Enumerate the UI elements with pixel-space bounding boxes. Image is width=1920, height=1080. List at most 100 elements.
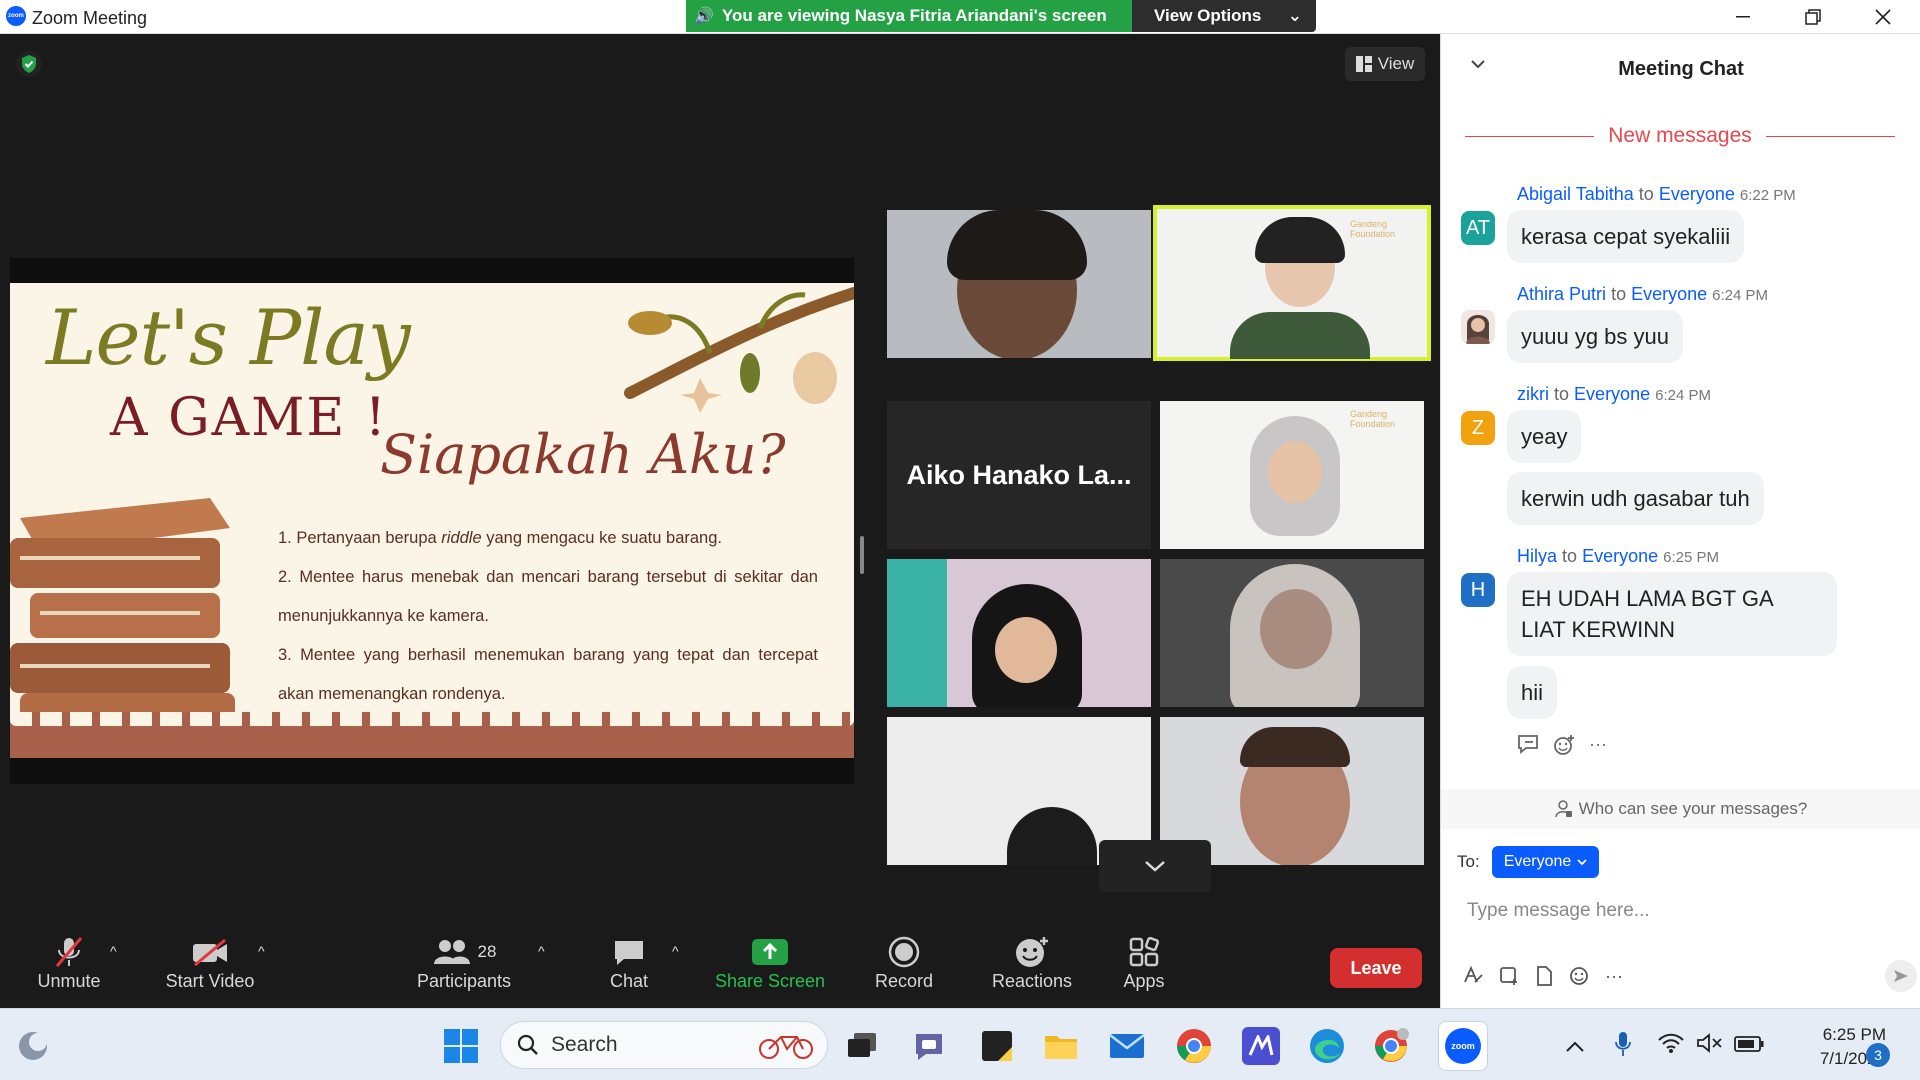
message-time: 6:24 PM bbox=[1655, 387, 1711, 404]
bicycle-icon bbox=[759, 1036, 813, 1059]
unmute-button[interactable]: Unmute bbox=[34, 933, 104, 992]
message-header: Abigail Tabitha to Everyone 6:22 PM bbox=[1517, 184, 1796, 204]
minimize-button[interactable] bbox=[1720, 4, 1766, 30]
sticky-notes-icon[interactable] bbox=[978, 1027, 1016, 1065]
audio-options-caret-icon[interactable]: ^ bbox=[110, 943, 117, 959]
to-label: To: bbox=[1457, 852, 1480, 871]
notification-badge[interactable]: 3 bbox=[1866, 1043, 1890, 1067]
zoom-taskbar-button[interactable]: zoom bbox=[1438, 1021, 1488, 1071]
close-button[interactable] bbox=[1860, 4, 1906, 30]
books-illustration bbox=[10, 498, 235, 738]
sender-name[interactable]: Athira Putri bbox=[1517, 284, 1606, 304]
chat-label: Chat bbox=[609, 971, 649, 991]
participant-name: Aiko Hanako La... bbox=[906, 459, 1132, 490]
participants-label: Participants bbox=[416, 971, 512, 991]
title-bar: zoom Zoom Meeting 🔊 You are viewing Nasy… bbox=[0, 0, 1920, 34]
rule-1: 1. Pertanyaan berupa riddle yang mengacu… bbox=[278, 529, 722, 547]
sender-name[interactable]: Hilya bbox=[1517, 546, 1557, 566]
zoom-logo-icon: zoom bbox=[6, 6, 26, 26]
file-icon[interactable] bbox=[1535, 966, 1553, 991]
branch-illustration bbox=[624, 287, 854, 413]
video-tile[interactable]: Gandeng Foundation bbox=[1160, 401, 1424, 549]
recipient-select[interactable]: Everyone bbox=[1491, 846, 1600, 878]
avatar[interactable]: H bbox=[1461, 573, 1495, 607]
chevron-up-icon[interactable] bbox=[1566, 1035, 1584, 1058]
share-screen-button[interactable]: Share Screen bbox=[712, 933, 828, 992]
edge-icon[interactable] bbox=[1308, 1027, 1346, 1065]
message-header: Athira Putri to Everyone 6:24 PM bbox=[1517, 284, 1769, 304]
avatar[interactable] bbox=[1461, 310, 1495, 344]
reply-thread-icon[interactable] bbox=[1517, 734, 1539, 761]
message-bubble[interactable]: yeay bbox=[1507, 410, 1582, 463]
more-tiles-button[interactable] bbox=[1099, 840, 1211, 892]
avatar[interactable]: AT bbox=[1461, 211, 1495, 245]
app-icon[interactable] bbox=[1242, 1027, 1280, 1065]
video-tile-name-only[interactable]: Aiko Hanako La... bbox=[887, 401, 1151, 549]
restore-button[interactable] bbox=[1790, 4, 1836, 30]
wifi-icon[interactable] bbox=[1658, 1033, 1684, 1059]
message-input[interactable] bbox=[1467, 896, 1887, 926]
record-button[interactable]: Record bbox=[870, 933, 938, 992]
more-options-icon[interactable]: ··· bbox=[1605, 966, 1623, 991]
message-bubble[interactable]: EH UDAH LAMA BGT GA LIAT KERWINN bbox=[1507, 572, 1837, 656]
mail-icon[interactable] bbox=[1108, 1027, 1146, 1065]
more-options-icon[interactable]: ··· bbox=[1589, 734, 1607, 761]
participants-button[interactable]: 28 Participants bbox=[414, 933, 514, 992]
start-video-button[interactable]: Start Video bbox=[160, 933, 260, 992]
battery-icon[interactable] bbox=[1734, 1035, 1764, 1058]
video-tile[interactable] bbox=[1160, 559, 1424, 707]
who-can-see-bar[interactable]: Who can see your messages? bbox=[1441, 789, 1920, 829]
weather-icon[interactable] bbox=[14, 1027, 52, 1065]
start-video-label: Start Video bbox=[165, 971, 255, 991]
reactions-button[interactable]: Reactions bbox=[982, 933, 1082, 992]
speaker-muted-icon[interactable] bbox=[1696, 1033, 1724, 1059]
screenshot-icon[interactable] bbox=[1499, 966, 1519, 991]
chat-options-caret-icon[interactable]: ^ bbox=[672, 943, 679, 959]
recipient-value: Everyone bbox=[1503, 853, 1572, 870]
viewing-banner-text: You are viewing Nasya Fitria Ariandani's… bbox=[721, 6, 1107, 25]
slide-floor-decoration bbox=[10, 712, 854, 758]
panel-splitter[interactable] bbox=[860, 536, 864, 574]
message-header: Hilya to Everyone 6:25 PM bbox=[1517, 546, 1719, 566]
microphone-icon[interactable] bbox=[1614, 1031, 1632, 1063]
participants-options-caret-icon[interactable]: ^ bbox=[538, 943, 545, 959]
message-time: 6:22 PM bbox=[1739, 187, 1796, 204]
avatar[interactable]: Z bbox=[1461, 411, 1495, 445]
video-tile[interactable] bbox=[887, 210, 1151, 358]
format-text-icon[interactable] bbox=[1463, 965, 1483, 991]
video-tile[interactable] bbox=[887, 559, 1151, 707]
task-view-icon[interactable] bbox=[844, 1027, 882, 1065]
message-bubble[interactable]: yuuu yg bs yuu bbox=[1507, 310, 1683, 363]
leave-button[interactable]: Leave bbox=[1330, 948, 1422, 988]
chat-button[interactable]: Chat bbox=[600, 933, 658, 992]
sender-name[interactable]: zikri bbox=[1517, 384, 1549, 404]
start-button-windows-icon[interactable] bbox=[442, 1027, 480, 1065]
view-button-label: View bbox=[1377, 54, 1415, 73]
view-options-button[interactable]: View Options ⌄ bbox=[1132, 0, 1316, 32]
recipient-name: Everyone bbox=[1631, 284, 1708, 304]
share-screen-label: Share Screen bbox=[714, 971, 826, 991]
file-explorer-icon[interactable] bbox=[1042, 1027, 1080, 1065]
teams-chat-icon[interactable] bbox=[910, 1027, 948, 1065]
message-bubble[interactable]: kerasa cepat syekaliii bbox=[1507, 210, 1745, 263]
rule-2: 2. Mentee harus menebak dan mencari bara… bbox=[278, 568, 818, 625]
video-options-caret-icon[interactable]: ^ bbox=[258, 943, 265, 959]
send-button[interactable] bbox=[1885, 960, 1917, 992]
message-bubble[interactable]: kerwin udh gasabar tuh bbox=[1507, 472, 1764, 525]
chrome-profile-icon[interactable] bbox=[1372, 1027, 1410, 1065]
sender-name[interactable]: Abigail Tabitha bbox=[1517, 184, 1634, 204]
windows-taskbar: Search zoom 6:25 PM 7/1/2023 3 bbox=[0, 1008, 1920, 1080]
participants-count: 28 bbox=[477, 942, 497, 961]
add-reaction-icon[interactable] bbox=[1553, 734, 1575, 761]
message-time: 6:25 PM bbox=[1663, 549, 1719, 566]
message-bubble[interactable]: hii bbox=[1507, 666, 1558, 719]
input-toolbar: ··· bbox=[1463, 965, 1623, 991]
encryption-shield-icon[interactable] bbox=[16, 51, 42, 77]
video-tile-active-speaker[interactable]: Gandeng Foundation bbox=[1153, 205, 1431, 361]
apps-button[interactable]: Apps bbox=[1120, 933, 1168, 992]
taskbar-search[interactable]: Search bbox=[500, 1021, 828, 1069]
emoji-icon[interactable] bbox=[1569, 966, 1589, 991]
chrome-icon[interactable] bbox=[1175, 1027, 1213, 1065]
unmute-label: Unmute bbox=[37, 971, 101, 991]
view-button[interactable]: View bbox=[1345, 47, 1425, 81]
